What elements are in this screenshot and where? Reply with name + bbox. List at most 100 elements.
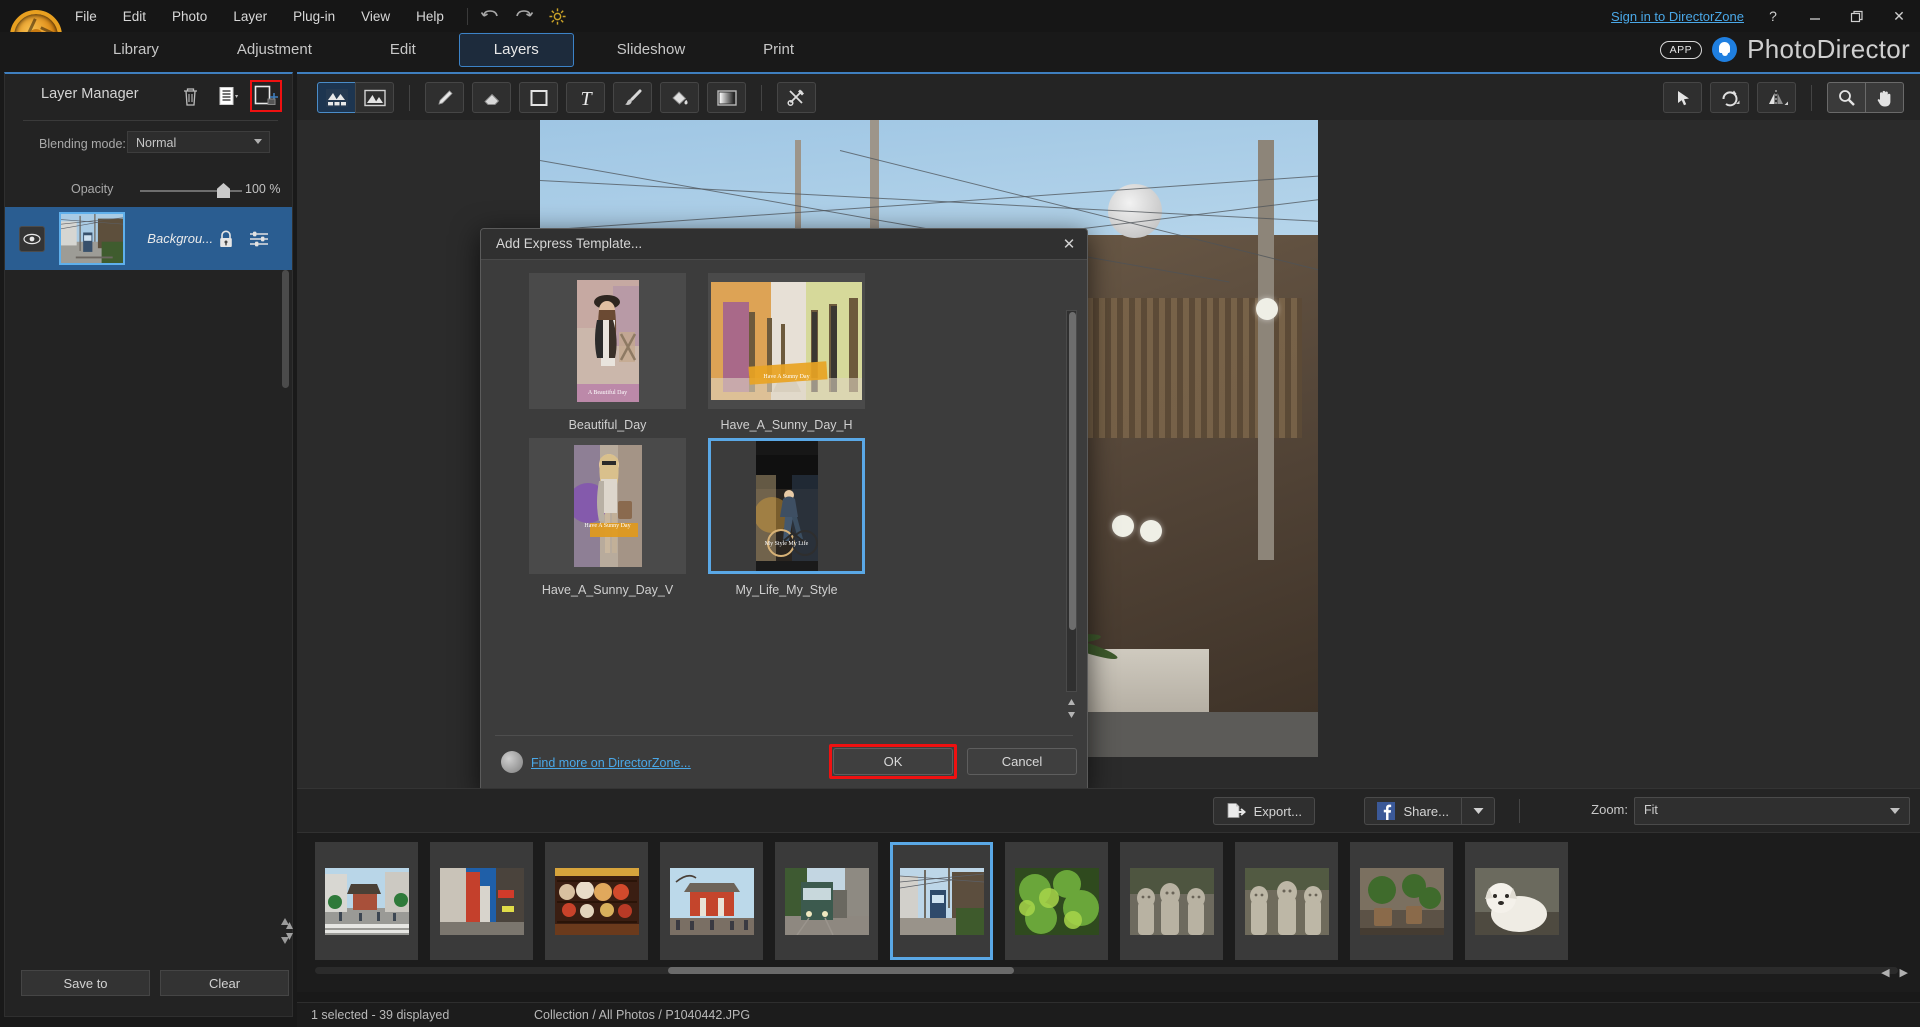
zoom-select[interactable]: Fit bbox=[1634, 797, 1910, 825]
layer-menu-icon[interactable] bbox=[214, 82, 242, 110]
brand-area: APP PhotoDirector bbox=[1659, 34, 1910, 65]
dialog-scrollbar[interactable] bbox=[1066, 310, 1077, 692]
template-item[interactable]: Have A Sunny Day Have_A_Sunny_Day_V bbox=[518, 438, 697, 597]
express-template-icon[interactable] bbox=[317, 82, 356, 113]
export-button[interactable]: Export... bbox=[1212, 797, 1315, 825]
dialog-title: Add Express Template... bbox=[496, 236, 643, 251]
tools-cross-icon[interactable] bbox=[777, 82, 816, 113]
layer-thumbnail[interactable] bbox=[58, 212, 126, 265]
cancel-button[interactable]: Cancel bbox=[967, 748, 1077, 775]
tab-layers[interactable]: Layers bbox=[458, 33, 574, 67]
notification-bell-icon[interactable] bbox=[1712, 37, 1738, 62]
paint-brush-icon[interactable] bbox=[613, 82, 652, 113]
tab-slideshow[interactable]: Slideshow bbox=[582, 33, 720, 67]
trash-icon[interactable] bbox=[176, 82, 204, 110]
restore-button[interactable] bbox=[1844, 4, 1870, 28]
template-thumbnail-sunny-day-v[interactable]: Have A Sunny Day bbox=[529, 438, 686, 574]
filmstrip-nav-arrows[interactable]: ◀ ▶ bbox=[1881, 966, 1908, 979]
filmstrip-item-photo-masks-shop[interactable] bbox=[545, 842, 648, 960]
save-to-button[interactable]: Save to bbox=[21, 970, 150, 996]
opacity-slider-handle[interactable] bbox=[217, 183, 230, 198]
clear-button[interactable]: Clear bbox=[160, 970, 289, 996]
sign-in-link[interactable]: Sign in to DirectorZone bbox=[1611, 9, 1744, 24]
menu-divider bbox=[466, 7, 468, 25]
rotate-icon[interactable] bbox=[1710, 82, 1749, 113]
text-t-icon[interactable]: T bbox=[566, 82, 605, 113]
menu-edit[interactable]: Edit bbox=[110, 4, 159, 29]
template-thumbnail-sunny-day-h[interactable]: Have A Sunny Day bbox=[708, 273, 865, 409]
lock-icon[interactable] bbox=[213, 224, 239, 254]
filmstrip-item-photo-temple-gate[interactable] bbox=[660, 842, 763, 960]
filmstrip-vertical-arrows[interactable] bbox=[283, 840, 296, 980]
app-badge[interactable]: APP bbox=[1659, 40, 1703, 59]
blending-mode-select[interactable]: Normal bbox=[127, 131, 270, 153]
facebook-icon bbox=[1377, 802, 1396, 820]
scroll-up-icon[interactable] bbox=[1066, 696, 1077, 708]
help-button[interactable]: ? bbox=[1760, 4, 1786, 28]
filmstrip-item-photo-city-street[interactable] bbox=[430, 842, 533, 960]
eye-icon[interactable] bbox=[19, 225, 45, 252]
paint-bucket-icon[interactable] bbox=[660, 82, 699, 113]
template-item[interactable]: Have A Sunny Day Have_A_Sunny_Day_H bbox=[697, 273, 876, 432]
filmstrip-item-photo-plants-pots[interactable] bbox=[1350, 842, 1453, 960]
filmstrip-item-photo-stone-statues-a[interactable] bbox=[1120, 842, 1223, 960]
share-dropdown-caret-icon[interactable] bbox=[1462, 797, 1495, 825]
filmstrip-item-photo-green-leaves[interactable] bbox=[1005, 842, 1108, 960]
filmstrip-item-photo-stone-statues-b[interactable] bbox=[1235, 842, 1338, 960]
dialog-scrollbar-thumb[interactable] bbox=[1069, 312, 1076, 630]
ok-button[interactable]: OK bbox=[833, 748, 953, 775]
layer-row[interactable]: Backgrou... bbox=[5, 207, 292, 270]
eraser-icon[interactable] bbox=[472, 82, 511, 113]
template-item[interactable]: My Style My Life My_Life_My_Style bbox=[697, 438, 876, 597]
blending-mode-label: Blending mode: bbox=[39, 137, 126, 151]
layer-name[interactable]: Backgrou... bbox=[147, 231, 213, 246]
filmstrip-item-photo-temple-street[interactable] bbox=[315, 842, 418, 960]
pencil-icon[interactable] bbox=[425, 82, 464, 113]
gradient-icon[interactable] bbox=[707, 82, 746, 113]
tab-library[interactable]: Library bbox=[78, 33, 194, 67]
menu-file[interactable]: File bbox=[62, 4, 110, 29]
share-button[interactable]: Share... bbox=[1364, 797, 1462, 825]
close-button[interactable]: ✕ bbox=[1886, 4, 1912, 28]
close-icon[interactable]: ✕ bbox=[1057, 233, 1081, 255]
layer-manager-panel: Layer Manager Blending mode: Normal Opac… bbox=[4, 72, 293, 1017]
redo-icon[interactable] bbox=[514, 8, 534, 24]
magnifier-icon[interactable] bbox=[1827, 82, 1866, 113]
filmstrip: ◀ ▶ bbox=[297, 832, 1920, 992]
tab-adjustment[interactable]: Adjustment bbox=[202, 33, 347, 67]
minimize-button[interactable] bbox=[1802, 4, 1828, 28]
layer-list-scrollbar[interactable] bbox=[282, 270, 289, 388]
cursor-arrow-icon[interactable] bbox=[1663, 82, 1702, 113]
svg-text:T: T bbox=[580, 88, 593, 109]
template-thumbnail-beautiful-day[interactable]: A Beautiful Day bbox=[529, 273, 686, 409]
prev-arrow-icon[interactable]: ◀ bbox=[1881, 966, 1889, 979]
menu-layer[interactable]: Layer bbox=[220, 4, 280, 29]
menu-photo[interactable]: Photo bbox=[159, 4, 220, 29]
template-thumbnail-my-life-my-style[interactable]: My Style My Life bbox=[708, 438, 865, 574]
menu-plugin[interactable]: Plug-in bbox=[280, 4, 348, 29]
menu-bar: File Edit Photo Layer Plug-in View Help bbox=[0, 0, 1920, 32]
undo-icon[interactable] bbox=[480, 8, 500, 24]
template-item[interactable]: A Beautiful Day Beautiful_Day bbox=[518, 273, 697, 432]
image-layer-icon[interactable] bbox=[355, 82, 394, 113]
filmstrip-item-photo-blue-train[interactable] bbox=[890, 842, 993, 960]
layer-list: Backgrou... bbox=[5, 207, 292, 956]
tab-edit[interactable]: Edit bbox=[355, 33, 451, 67]
next-arrow-icon[interactable]: ▶ bbox=[1900, 966, 1908, 979]
filmstrip-item-photo-green-train[interactable] bbox=[775, 842, 878, 960]
menu-help[interactable]: Help bbox=[403, 4, 457, 29]
add-express-template-icon[interactable] bbox=[250, 80, 282, 112]
scroll-down-icon[interactable] bbox=[1066, 709, 1077, 721]
filmstrip-scrollbar[interactable] bbox=[315, 967, 1898, 974]
tab-print[interactable]: Print bbox=[728, 33, 829, 67]
find-more-on-directorzone-link[interactable]: Find more on DirectorZone... bbox=[531, 756, 691, 770]
flip-icon[interactable] bbox=[1757, 82, 1796, 113]
gear-icon[interactable] bbox=[548, 7, 567, 26]
hand-icon[interactable] bbox=[1865, 82, 1904, 113]
directorzone-icon bbox=[501, 751, 523, 773]
rectangle-icon[interactable] bbox=[519, 82, 558, 113]
filmstrip-scrollbar-thumb[interactable] bbox=[668, 967, 1014, 974]
filmstrip-item-photo-white-dog[interactable] bbox=[1465, 842, 1568, 960]
menu-view[interactable]: View bbox=[348, 4, 403, 29]
sliders-icon[interactable] bbox=[245, 224, 274, 254]
